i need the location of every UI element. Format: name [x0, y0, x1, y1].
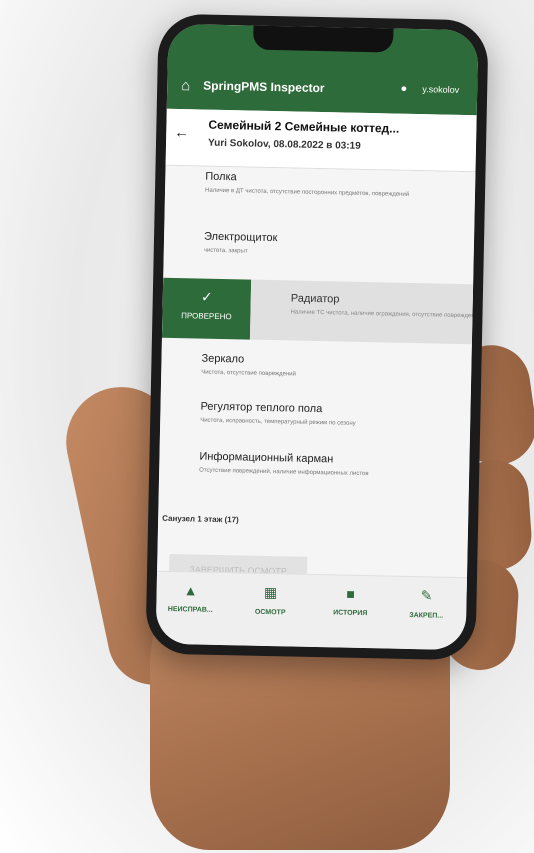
list-item[interactable]: Информационный карман Отсутствие поврежд… — [159, 450, 470, 496]
app-title: SpringPMS Inspector — [203, 78, 325, 96]
item-desc: чистота, закрыт — [203, 247, 248, 255]
list-item-swiped[interactable]: ✓ ПРОВЕРЕНО Радиатор Наличие ТС чистота,… — [161, 277, 478, 345]
item-desc: Чистота, отсутствие повреждений — [201, 369, 296, 378]
chat-icon: ■ — [346, 585, 356, 602]
nav-item-pinned[interactable]: ✎ ЗАКРЕП... — [386, 587, 467, 621]
item-desc: Чистота, исправность, температурный режи… — [200, 417, 356, 427]
list-item[interactable]: Радиатор Наличие ТС чистота, наличие огр… — [249, 279, 478, 345]
home-icon[interactable]: ⌂ — [181, 77, 190, 94]
inspection-header: ← Семейный 2 Семейные коттед... Yuri Sok… — [165, 108, 477, 173]
item-name: Полка — [205, 170, 237, 184]
item-desc: Наличие в ДТ чистота, отсутствие посторо… — [204, 187, 410, 198]
bottom-navigation: ▲ НЕИСПРАВ... ▦ ОСМОТР ■ ИСТОРИЯ ✎ ЗАКРЕ… — [155, 570, 468, 651]
current-user[interactable]: y.sokolov — [422, 84, 459, 95]
inspection-subtitle: Yuri Sokolov, 08.08.2022 в 03:19 — [207, 137, 361, 152]
item-name: Информационный карман — [199, 450, 334, 466]
nav-label: НЕИСПРАВ... — [167, 605, 213, 614]
calendar-icon: ▦ — [263, 583, 278, 601]
section-label: Санузел 1 этаж (17) — [162, 513, 239, 525]
phone-notch — [253, 25, 394, 53]
item-name: Электрощиток — [203, 230, 278, 245]
list-item[interactable]: Полка Наличие в ДТ чистота, отсутствие п… — [164, 170, 475, 224]
user-icon: ● — [400, 82, 408, 95]
item-desc: Отсутствие повреждений, наличие информац… — [199, 467, 369, 478]
wrench-icon: ✎ — [420, 587, 433, 604]
item-name: Регулятор теплого пола — [200, 400, 323, 416]
list-item[interactable]: Регулятор теплого пола Чистота, исправно… — [160, 400, 471, 446]
item-name: Радиатор — [290, 292, 340, 306]
checked-action[interactable]: ✓ ПРОВЕРЕНО — [161, 277, 252, 340]
check-icon: ✓ — [200, 288, 213, 305]
phone-screen: ⌂ SpringPMS Inspector ● y.sokolov ← Семе… — [155, 23, 479, 651]
item-name: Зеркало — [201, 352, 245, 366]
checklist: Полка Наличие в ДТ чистота, отсутствие п… — [156, 165, 478, 593]
phone-device: ⌂ SpringPMS Inspector ● y.sokolov ← Семе… — [145, 13, 489, 661]
nav-item-inspection[interactable]: ▦ ОСМОТР — [230, 583, 311, 617]
nav-label: ИСТОРИЯ — [333, 609, 368, 618]
warning-icon: ▲ — [183, 582, 198, 599]
nav-label: ОСМОТР — [254, 608, 286, 617]
nav-label: ЗАКРЕП... — [409, 611, 444, 620]
nav-item-history[interactable]: ■ ИСТОРИЯ — [310, 585, 391, 618]
list-item[interactable]: Электрощиток чистота, закрыт — [163, 226, 474, 272]
nav-item-defects[interactable]: ▲ НЕИСПРАВ... — [156, 582, 231, 615]
arrow-left-icon[interactable]: ← — [174, 124, 189, 141]
inspection-title: Семейный 2 Семейные коттед... — [208, 117, 400, 136]
item-desc: Наличие ТС чистота, наличие ограждения, … — [290, 309, 479, 320]
checked-label: ПРОВЕРЕНО — [181, 311, 232, 322]
list-item[interactable]: Зеркало Чистота, отсутствие повреждений — [161, 352, 472, 398]
